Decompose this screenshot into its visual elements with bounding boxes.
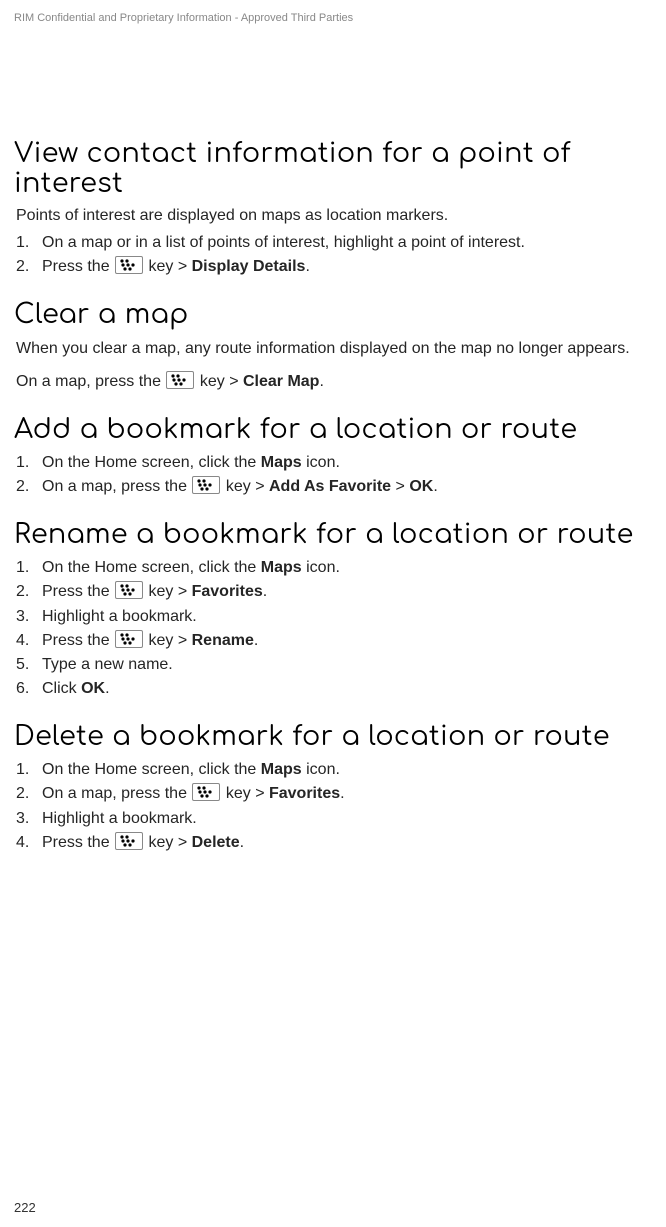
blackberry-menu-key-icon <box>192 783 220 801</box>
step-number: 1. <box>16 451 29 474</box>
bold-text: Delete <box>192 834 240 851</box>
step-text: Press the <box>42 258 114 275</box>
step-text: icon. <box>302 761 340 778</box>
list-item: 2. Press the key > Favorites. <box>16 580 652 603</box>
step-text: . <box>240 834 244 851</box>
list-item: 3. Highlight a bookmark. <box>16 807 652 830</box>
blackberry-menu-key-icon <box>115 581 143 599</box>
list-item: 5. Type a new name. <box>16 653 652 676</box>
step-text: key > <box>144 632 192 649</box>
blackberry-menu-key-icon <box>115 256 143 274</box>
list-item: 1. On a map or in a list of points of in… <box>16 231 652 254</box>
bold-text: OK <box>409 478 433 495</box>
view-intro: Points of interest are displayed on maps… <box>16 205 652 227</box>
blackberry-menu-key-icon <box>115 832 143 850</box>
step-text: Type a new name. <box>42 656 173 673</box>
step-number: 1. <box>16 556 29 579</box>
step-text: On a map, press the <box>16 373 165 390</box>
bold-text: Maps <box>261 559 302 576</box>
heading-rename-bookmark: Rename a bookmark for a location or rout… <box>14 520 652 550</box>
step-number: 2. <box>16 475 29 498</box>
bold-text: OK <box>81 680 105 697</box>
step-text: key > <box>195 373 243 390</box>
step-text: Press the <box>42 632 114 649</box>
step-text: On a map or in a list of points of inter… <box>42 234 525 251</box>
step-text: Highlight a bookmark. <box>42 810 197 827</box>
step-text: . <box>433 478 437 495</box>
list-item: 1. On the Home screen, click the Maps ic… <box>16 451 652 474</box>
step-text: . <box>340 785 344 802</box>
bold-text: Favorites <box>269 785 340 802</box>
clear-step: On a map, press the key > Clear Map. <box>16 370 652 393</box>
heading-delete-bookmark: Delete a bookmark for a location or rout… <box>14 722 652 752</box>
step-text: Press the <box>42 583 114 600</box>
step-number: 4. <box>16 831 29 854</box>
step-text: On the Home screen, click the <box>42 454 261 471</box>
heading-view-contact: View contact information for a point of … <box>14 139 652 199</box>
list-item: 1. On the Home screen, click the Maps ic… <box>16 758 652 781</box>
step-text: key > <box>144 583 192 600</box>
step-text: Click <box>42 680 81 697</box>
step-text: > <box>391 478 409 495</box>
rename-steps: 1. On the Home screen, click the Maps ic… <box>16 556 652 700</box>
step-text: key > <box>144 834 192 851</box>
step-text: . <box>305 258 309 275</box>
step-text: key > <box>144 258 192 275</box>
bold-text: Favorites <box>192 583 263 600</box>
step-text: . <box>319 373 323 390</box>
step-text: icon. <box>302 454 340 471</box>
step-text: . <box>105 680 109 697</box>
step-number: 3. <box>16 605 29 628</box>
list-item: 4. Press the key > Rename. <box>16 629 652 652</box>
add-steps: 1. On the Home screen, click the Maps ic… <box>16 451 652 498</box>
list-item: 2. On a map, press the key > Favorites. <box>16 782 652 805</box>
list-item: 2. Press the key > Display Details. <box>16 255 652 278</box>
step-text: key > <box>221 478 269 495</box>
bold-text: Rename <box>192 632 254 649</box>
step-number: 4. <box>16 629 29 652</box>
clear-intro: When you clear a map, any route informat… <box>16 338 652 360</box>
step-number: 6. <box>16 677 29 700</box>
step-text: icon. <box>302 559 340 576</box>
list-item: 6. Click OK. <box>16 677 652 700</box>
step-number: 3. <box>16 807 29 830</box>
blackberry-menu-key-icon <box>166 371 194 389</box>
step-text: key > <box>221 785 269 802</box>
confidential-header: RIM Confidential and Proprietary Informa… <box>14 12 652 24</box>
step-text: . <box>263 583 267 600</box>
bold-text: Maps <box>261 454 302 471</box>
step-text: . <box>254 632 258 649</box>
step-number: 5. <box>16 653 29 676</box>
step-text: Press the <box>42 834 114 851</box>
bold-text: Display Details <box>192 258 306 275</box>
page-number: 222 <box>14 1200 36 1215</box>
bold-text: Maps <box>261 761 302 778</box>
bold-text: Add As Favorite <box>269 478 391 495</box>
list-item: 3. Highlight a bookmark. <box>16 605 652 628</box>
blackberry-menu-key-icon <box>192 476 220 494</box>
bold-text: Clear Map <box>243 373 319 390</box>
list-item: 1. On the Home screen, click the Maps ic… <box>16 556 652 579</box>
step-text: On a map, press the <box>42 478 191 495</box>
step-text: Highlight a bookmark. <box>42 608 197 625</box>
delete-steps: 1. On the Home screen, click the Maps ic… <box>16 758 652 854</box>
step-text: On the Home screen, click the <box>42 761 261 778</box>
heading-clear-map: Clear a map <box>14 300 652 330</box>
heading-add-bookmark: Add a bookmark for a location or route <box>14 415 652 445</box>
step-number: 2. <box>16 255 29 278</box>
list-item: 4. Press the key > Delete. <box>16 831 652 854</box>
view-steps: 1. On a map or in a list of points of in… <box>16 231 652 278</box>
list-item: 2. On a map, press the key > Add As Favo… <box>16 475 652 498</box>
step-number: 2. <box>16 580 29 603</box>
step-number: 2. <box>16 782 29 805</box>
step-text: On the Home screen, click the <box>42 559 261 576</box>
step-number: 1. <box>16 758 29 781</box>
step-number: 1. <box>16 231 29 254</box>
step-text: On a map, press the <box>42 785 191 802</box>
blackberry-menu-key-icon <box>115 630 143 648</box>
